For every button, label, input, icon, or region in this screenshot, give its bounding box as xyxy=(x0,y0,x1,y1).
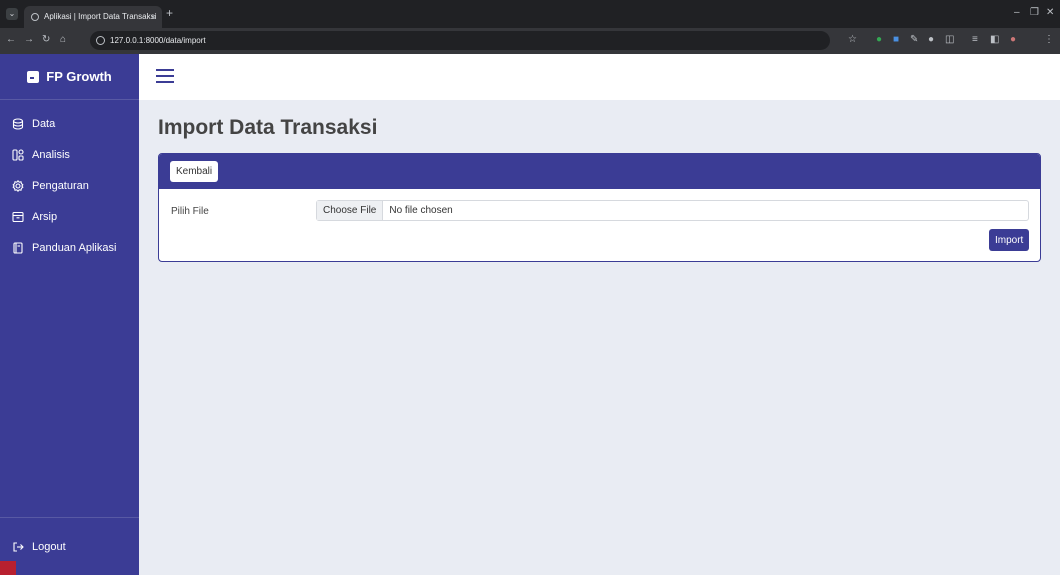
import-card: Kembali Pilih File Choose File No file c… xyxy=(158,153,1041,262)
browser-toolbar: ← → ↻ ⌂ 127.0.0.1:8000/data/import ☆ ● ■… xyxy=(0,28,1060,54)
url-text: 127.0.0.1:8000/data/import xyxy=(110,36,206,45)
topbar xyxy=(139,54,1060,100)
file-input[interactable]: Choose File No file chosen xyxy=(316,200,1029,221)
reload-icon[interactable]: ↻ xyxy=(42,34,50,46)
more-menu-icon[interactable]: ⋮ xyxy=(1044,34,1054,46)
extension-icon[interactable]: ■ xyxy=(893,34,899,46)
hamburger-menu-icon[interactable] xyxy=(156,69,174,83)
profile-avatar-icon[interactable]: ● xyxy=(1010,34,1016,46)
tab-title: Aplikasi | Import Data Transaksi xyxy=(44,12,157,21)
bookmark-star-icon[interactable]: ☆ xyxy=(848,34,857,46)
sidebar-item-analisis[interactable]: Analisis xyxy=(0,139,139,170)
new-tab-icon[interactable]: + xyxy=(166,7,173,19)
media-icon[interactable]: ≡ xyxy=(972,34,978,46)
file-status-text: No file chosen xyxy=(389,205,453,216)
sidepanel-icon[interactable]: ◧ xyxy=(990,34,999,46)
back-icon[interactable]: ← xyxy=(6,34,16,46)
file-label: Pilih File xyxy=(171,206,209,217)
pen-extension-icon[interactable]: ✎ xyxy=(910,34,918,46)
sidebar-menu: Data Analisis Pengaturan Arsip Panduan A… xyxy=(0,100,139,263)
address-bar[interactable]: 127.0.0.1:8000/data/import xyxy=(90,31,830,50)
brand-name: FP Growth xyxy=(46,69,112,84)
browser-tabbar: ⌄ Aplikasi | Import Data Transaksi × + –… xyxy=(0,0,1060,28)
sidebar-item-label: Pengaturan xyxy=(32,179,89,192)
sidebar: FP Growth Data Analisis Pengaturan Arsip… xyxy=(0,54,139,575)
logout-link[interactable]: Logout xyxy=(0,517,139,561)
tab-search-icon[interactable]: ⌄ xyxy=(6,8,18,20)
sidebar-item-label: Data xyxy=(32,117,56,130)
terminal-icon xyxy=(27,70,40,83)
book-icon xyxy=(13,241,23,254)
sidebar-item-label: Panduan Aplikasi xyxy=(32,241,117,254)
logout-icon xyxy=(13,541,24,552)
import-button[interactable]: Import xyxy=(989,229,1030,251)
tab-close-icon[interactable]: × xyxy=(151,9,156,25)
close-window-icon[interactable]: ✕ xyxy=(1046,7,1054,19)
minimize-icon[interactable]: – xyxy=(1014,7,1020,19)
back-button[interactable]: Kembali xyxy=(170,161,219,182)
restore-icon[interactable]: ❐ xyxy=(1030,7,1039,19)
gear-icon xyxy=(12,179,24,192)
choose-file-button[interactable]: Choose File xyxy=(317,201,384,220)
sidebar-item-data[interactable]: Data xyxy=(0,108,139,139)
sidebar-item-pengaturan[interactable]: Pengaturan xyxy=(0,170,139,201)
extensions-puzzle-icon[interactable]: ◫ xyxy=(945,34,954,46)
database-icon xyxy=(12,117,24,130)
sidebar-item-panduan[interactable]: Panduan Aplikasi xyxy=(0,232,139,263)
favicon-icon xyxy=(31,13,39,21)
brand[interactable]: FP Growth xyxy=(0,54,139,100)
card-body: Pilih File Choose File No file chosen Im… xyxy=(159,189,1040,261)
archive-icon xyxy=(12,211,24,222)
sidebar-item-arsip[interactable]: Arsip xyxy=(0,201,139,232)
forward-icon[interactable]: → xyxy=(24,34,34,46)
extension-icon[interactable]: ● xyxy=(928,34,934,46)
sidebar-item-label: Analisis xyxy=(32,148,70,161)
logout-label: Logout xyxy=(32,540,66,553)
card-header: Kembali xyxy=(159,154,1040,189)
browser-tab[interactable]: Aplikasi | Import Data Transaksi × xyxy=(24,6,162,28)
home-icon[interactable]: ⌂ xyxy=(60,34,66,46)
taskbar-app-icon xyxy=(0,561,16,575)
page-title: Import Data Transaksi xyxy=(158,116,378,139)
sidebar-item-label: Arsip xyxy=(32,210,58,223)
grid-icon xyxy=(12,148,24,161)
site-info-icon[interactable] xyxy=(96,36,105,45)
extension-icon[interactable]: ● xyxy=(876,34,882,46)
